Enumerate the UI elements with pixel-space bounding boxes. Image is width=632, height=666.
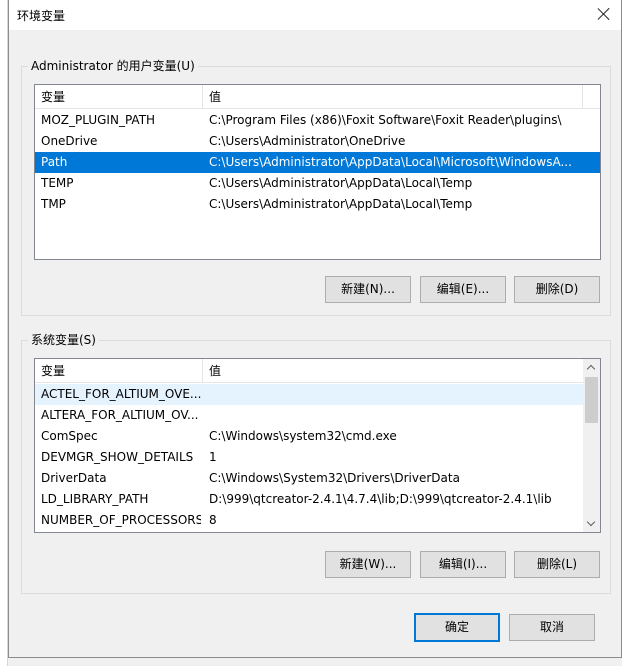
variable-name: ComSpec (41, 429, 98, 443)
system-variables-list[interactable]: 变量 值 ACTEL_FOR_ALTIUM_OVE... ALTERA_FOR_A… (34, 358, 601, 533)
title-bar: 环境变量 (9, 0, 621, 30)
variable-name: LD_LIBRARY_PATH (41, 492, 149, 506)
list-item[interactable]: ComSpec C:\Windows\system32\cmd.exe (35, 426, 585, 447)
variable-name: DriverData (41, 471, 107, 485)
system-variables-label: 系统变量(S) (28, 333, 99, 347)
variable-value: C:\Windows\System32\Drivers\DriverData (209, 471, 460, 485)
vertical-scrollbar[interactable] (583, 359, 600, 532)
user-variables-label: Administrator 的用户变量(U) (28, 59, 198, 73)
user-variables-list[interactable]: 变量 值 MOZ_PLUGIN_PATH C:\Program Files (x8… (34, 84, 601, 260)
background-window-left-edge (0, 0, 8, 666)
cancel-button[interactable]: 取消 (509, 614, 595, 641)
scroll-up-icon[interactable] (583, 359, 600, 376)
variable-name: DEVMGR_SHOW_DETAILS (41, 450, 194, 464)
list-header: 变量 值 (35, 359, 585, 383)
list-item[interactable]: OneDrive C:\Users\Administrator\OneDrive (35, 131, 600, 152)
environment-variables-dialog: 环境变量 Administrator 的用户变量(U) 变量 值 MOZ_PLU… (8, 0, 622, 658)
ok-button[interactable]: 确定 (414, 613, 500, 642)
list-item[interactable]: Path C:\Users\Administrator\AppData\Local… (35, 152, 600, 173)
variable-name: NUMBER_OF_PROCESSORS (41, 513, 201, 527)
column-header-value[interactable]: 值 (203, 359, 585, 383)
list-item[interactable]: TMP C:\Users\Administrator\AppData\Local\… (35, 194, 600, 215)
list-item[interactable]: MOZ_PLUGIN_PATH C:\Program Files (x86)\Fo… (35, 110, 600, 131)
system-edit-button[interactable]: 编辑(I)... (420, 551, 506, 578)
user-new-button[interactable]: 新建(N)... (325, 276, 411, 303)
close-icon[interactable] (595, 5, 613, 23)
variable-value: C:\Users\Administrator\AppData\Local\Tem… (209, 197, 473, 211)
variable-value: C:\Windows\system32\cmd.exe (209, 429, 397, 443)
column-header-variable[interactable]: 变量 (35, 85, 203, 109)
list-item[interactable]: NUMBER_OF_PROCESSORS 8 (35, 510, 585, 531)
variable-value: C:\Users\Administrator\OneDrive (209, 134, 406, 148)
column-header-variable[interactable]: 变量 (35, 359, 203, 383)
column-header-value[interactable]: 值 (203, 85, 583, 109)
system-delete-button[interactable]: 删除(L) (514, 551, 600, 578)
variable-name: Path (41, 155, 68, 169)
variable-name: OneDrive (41, 134, 98, 148)
list-item[interactable]: ACTEL_FOR_ALTIUM_OVE... (35, 384, 585, 405)
list-item[interactable]: DEVMGR_SHOW_DETAILS 1 (35, 447, 585, 468)
variable-name: TEMP (41, 176, 74, 190)
scrollbar-thumb[interactable] (585, 377, 598, 423)
user-delete-button[interactable]: 删除(D) (514, 276, 600, 303)
list-item[interactable]: LD_LIBRARY_PATH D:\999\qtcreator-2.4.1\4.… (35, 489, 585, 510)
list-item[interactable]: DriverData C:\Windows\System32\Drivers\Dr… (35, 468, 585, 489)
variable-value: D:\999\qtcreator-2.4.1\4.7.4\lib;D:\999\… (209, 492, 552, 506)
scroll-down-icon[interactable] (583, 515, 600, 532)
system-new-button[interactable]: 新建(W)... (325, 551, 411, 578)
variable-value: C:\Users\Administrator\AppData\Local\Mic… (209, 155, 572, 169)
variable-value: 8 (209, 513, 217, 527)
list-item[interactable]: TEMP C:\Users\Administrator\AppData\Local… (35, 173, 600, 194)
variable-value: 1 (209, 450, 217, 464)
background-window-right-edge (622, 0, 632, 666)
list-item[interactable]: ALTERA_FOR_ALTIUM_OV... (35, 405, 585, 426)
variable-name: ALTERA_FOR_ALTIUM_OV... (41, 408, 199, 422)
variable-value: C:\Program Files (x86)\Foxit Software\Fo… (209, 113, 562, 127)
window-title: 环境变量 (17, 9, 66, 23)
user-edit-button[interactable]: 编辑(E)... (420, 276, 506, 303)
variable-name: ACTEL_FOR_ALTIUM_OVE... (41, 387, 201, 401)
variable-name: TMP (41, 197, 66, 211)
variable-value: C:\Users\Administrator\AppData\Local\Tem… (209, 176, 473, 190)
list-header: 变量 值 (35, 85, 600, 109)
variable-name: MOZ_PLUGIN_PATH (41, 113, 156, 127)
